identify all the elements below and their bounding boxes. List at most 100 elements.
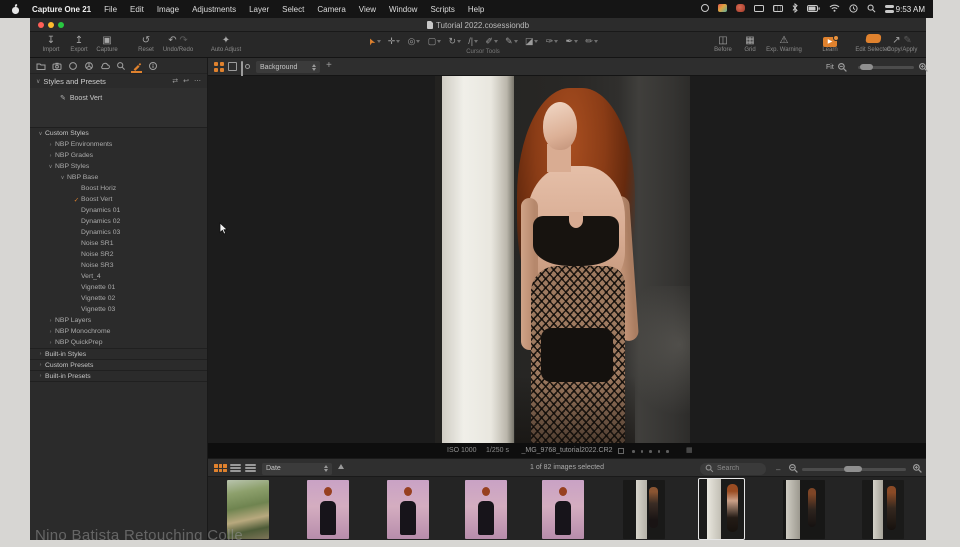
tree-item-boost-horiz[interactable]: Boost Horiz: [30, 183, 207, 194]
thumbnail-7-selected[interactable]: [698, 478, 745, 540]
tree-item-nbp-grades[interactable]: › NBP Grades: [30, 150, 207, 161]
details-tab[interactable]: [114, 59, 127, 73]
tree-item-vignette-02[interactable]: Vignette 02: [30, 293, 207, 304]
reset-button[interactable]: ↺ Reset: [131, 34, 161, 53]
applied-style-row[interactable]: ✎ Boost Vert: [60, 94, 102, 103]
before-button[interactable]: ◫ Before: [708, 34, 738, 53]
chevron-right-icon[interactable]: ›: [46, 329, 55, 335]
chevron-down-icon[interactable]: ∨: [46, 164, 55, 170]
chevron-down-icon[interactable]: ∨: [36, 131, 45, 137]
zoom-tool[interactable]: ◎: [408, 35, 421, 47]
select-tool[interactable]: ➤: [365, 35, 381, 47]
chevron-right-icon[interactable]: ›: [46, 318, 55, 324]
capture-tab[interactable]: [50, 59, 63, 73]
menubar-app-name[interactable]: Capture One 21: [32, 5, 91, 14]
thumbnail-8[interactable]: [783, 480, 825, 539]
thumbnail-4[interactable]: [465, 480, 507, 539]
chevron-right-icon[interactable]: ›: [36, 351, 45, 357]
tree-item-dynamics-02[interactable]: Dynamics 02: [30, 216, 207, 227]
spotlight-icon[interactable]: [867, 4, 876, 15]
menu-select[interactable]: Select: [282, 5, 304, 14]
copy-apply-button[interactable]: ↗ ✎ Copy/Apply: [880, 34, 924, 53]
tree-item-noise-sr3[interactable]: Noise SR3: [30, 260, 207, 271]
slider-knob[interactable]: [844, 466, 862, 472]
layer-selector[interactable]: Background: [256, 61, 320, 73]
import-button[interactable]: ↧ Import: [36, 34, 66, 53]
chevron-right-icon[interactable]: ›: [46, 340, 55, 346]
wifi-icon[interactable]: [829, 4, 840, 14]
tree-item-nbp-layers[interactable]: › NBP Layers: [30, 315, 207, 326]
lens-tab[interactable]: [66, 59, 79, 73]
add-layer-button[interactable]: +: [326, 60, 332, 71]
tree-item-nbp-styles[interactable]: ∨ NBP Styles: [30, 161, 207, 172]
color-tab[interactable]: [82, 59, 95, 73]
multi-view-icon[interactable]: [214, 62, 224, 72]
more-options-icon[interactable]: ⋯: [194, 77, 201, 85]
tree-item-dynamics-01[interactable]: Dynamics 01: [30, 205, 207, 216]
display-icon[interactable]: [753, 4, 764, 14]
clone-tool[interactable]: ✑: [546, 35, 559, 47]
heal-tool[interactable]: ✎: [505, 35, 518, 47]
pan-tool[interactable]: ✛: [388, 35, 401, 47]
menu-scripts[interactable]: Scripts: [430, 5, 454, 14]
clock-app-icon[interactable]: [849, 3, 858, 15]
crop-tool[interactable]: ▢: [428, 35, 442, 47]
exp-warning-button[interactable]: ⚠ Exp. Warning: [762, 34, 806, 53]
spot-removal-tool[interactable]: ✐: [485, 35, 498, 47]
tree-item-vignette-03[interactable]: Vignette 03: [30, 304, 207, 315]
rotate-tool[interactable]: ↻: [448, 35, 462, 47]
tree-item-vignette-01[interactable]: Vignette 01: [30, 282, 207, 293]
minus-icon[interactable]: –: [776, 465, 780, 474]
tree-item-built-in-presets[interactable]: › Built-in Presets: [30, 370, 207, 381]
tree-item-custom-presets[interactable]: › Custom Presets: [30, 359, 207, 370]
menu-image[interactable]: Image: [157, 5, 179, 14]
menu-window[interactable]: Window: [389, 5, 417, 14]
chevron-right-icon[interactable]: ›: [36, 362, 45, 368]
revert-icon[interactable]: ↩: [183, 77, 189, 85]
menu-edit[interactable]: Edit: [130, 5, 144, 14]
slider-knob[interactable]: [860, 64, 873, 70]
menubar-clock[interactable]: 9:53 AM: [896, 5, 925, 14]
thumbnail-5[interactable]: [542, 480, 584, 539]
tree-item-nbp-monochrome[interactable]: › NBP Monochrome: [30, 326, 207, 337]
chevron-down-icon[interactable]: ∨: [58, 175, 67, 181]
tree-item-noise-sr2[interactable]: Noise SR2: [30, 249, 207, 260]
erase-tool[interactable]: ◪: [525, 35, 539, 47]
battery-icon[interactable]: [806, 4, 820, 14]
info-tab[interactable]: [146, 59, 159, 73]
grid-view-icon[interactable]: ▦: [686, 446, 693, 454]
tree-item-custom-styles[interactable]: ∨ Custom Styles: [30, 128, 207, 139]
learn-button[interactable]: ▶ Learn: [814, 34, 846, 53]
search-box[interactable]: [700, 462, 766, 475]
draw-mask-tool[interactable]: ✒: [566, 35, 579, 47]
bluetooth-icon[interactable]: [792, 3, 798, 15]
zoom-in-icon[interactable]: [918, 62, 929, 73]
nav-dot[interactable]: [640, 450, 643, 453]
menu-camera[interactable]: Camera: [317, 5, 345, 14]
auto-adjust-button[interactable]: ✦ Auto Adjust: [206, 34, 246, 53]
control-center-icon[interactable]: [884, 5, 894, 13]
thumb-zoom-out-icon[interactable]: [788, 463, 799, 474]
compare-icon[interactable]: [618, 448, 624, 454]
chevron-right-icon[interactable]: ›: [46, 153, 55, 159]
thumb-zoom-in-icon[interactable]: [912, 463, 923, 474]
annotate-tool[interactable]: ✏: [585, 35, 598, 47]
chevron-right-icon[interactable]: ›: [36, 373, 45, 379]
styles-tab[interactable]: [130, 59, 143, 73]
grid-button[interactable]: ▦ Grid: [738, 34, 762, 53]
tree-item-dynamics-03[interactable]: Dynamics 03: [30, 227, 207, 238]
library-tab[interactable]: [34, 59, 47, 73]
single-view-icon[interactable]: [228, 62, 237, 71]
thumbnail-2[interactable]: [307, 480, 349, 539]
tree-item-vert-4[interactable]: Vert_4: [30, 271, 207, 282]
menu-view[interactable]: View: [359, 5, 376, 14]
red-app-icon[interactable]: [735, 4, 745, 14]
export-button[interactable]: ↥ Export: [64, 34, 94, 53]
menu-file[interactable]: File: [104, 5, 117, 14]
keyboard-icon[interactable]: [772, 4, 783, 14]
undo-redo-button[interactable]: ↶ ↷ Undo/Redo: [160, 34, 196, 53]
fit-control[interactable]: Fit: [826, 62, 848, 73]
thumbnail-3[interactable]: [387, 480, 429, 539]
keystone-tool[interactable]: /|: [468, 35, 479, 47]
tree-item-boost-vert[interactable]: ✓ Boost Vert: [30, 194, 207, 205]
